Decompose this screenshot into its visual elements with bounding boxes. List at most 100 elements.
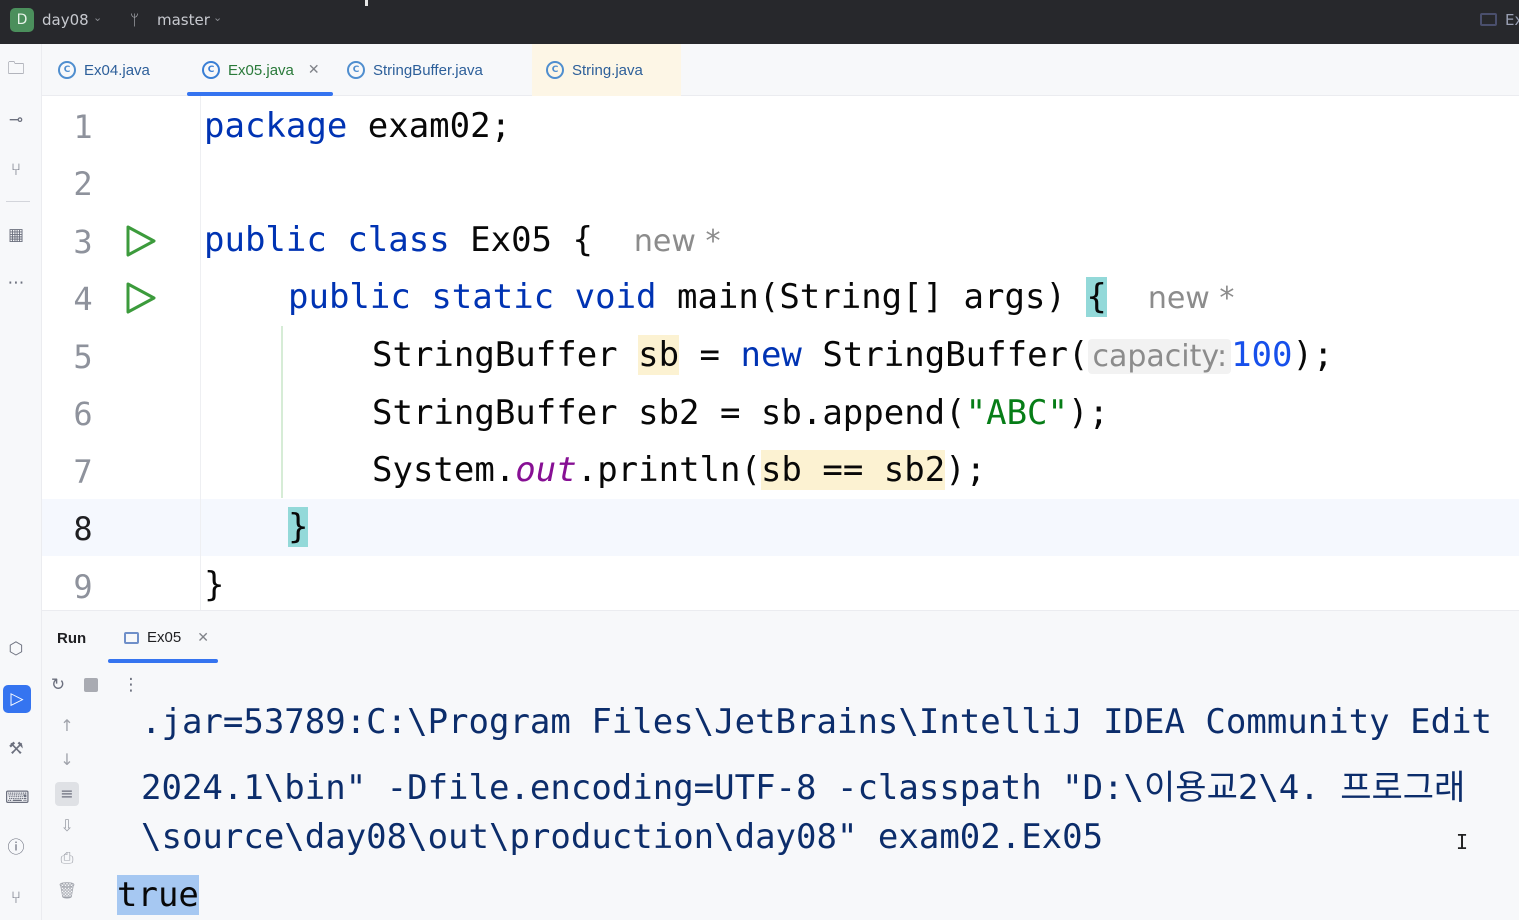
run-toolbar: ↻ ⋮ (42, 666, 1519, 704)
text-caret (365, 0, 368, 6)
tab-label: Ex05.java (228, 61, 294, 79)
project-chevron-down-icon[interactable]: ⌄ (93, 11, 102, 24)
line-number: 9 (73, 568, 93, 606)
code-text: StringBuffer( (801, 335, 1089, 375)
keyword: package (204, 106, 348, 146)
console-line: .jar=53789:C:\Program Files\JetBrains\In… (141, 706, 1493, 742)
line-number: 7 (73, 453, 93, 491)
code-text: ); (945, 450, 987, 490)
code-line-6: StringBuffer sb2 = sb.append("ABC"); (372, 393, 1109, 433)
tab-string-java[interactable]: C String.java (532, 44, 681, 96)
services-icon[interactable]: ⬡ (5, 638, 27, 660)
stripe-divider (6, 201, 30, 202)
gutter-divider (200, 96, 201, 610)
number-literal: 100 (1231, 335, 1293, 375)
scroll-down-icon[interactable]: ↓ (55, 748, 79, 772)
line-number: 1 (73, 108, 93, 146)
tab-ex05-java[interactable]: C Ex05.java ✕ (202, 44, 320, 96)
class-icon: C (202, 61, 220, 79)
code-text: StringBuffer (372, 335, 639, 375)
console-line: \source\day08\out\production\day08" exam… (141, 817, 1104, 857)
code-line-8: } (288, 507, 309, 547)
line-number-current: 8 (73, 510, 93, 548)
tab-ex04-java[interactable]: C Ex04.java (58, 44, 150, 96)
branch-name[interactable]: master (157, 11, 210, 29)
highlighted-variable: sb (638, 335, 680, 375)
more-options-icon[interactable]: ⋮ (120, 674, 142, 696)
usage-hint[interactable]: new * (1148, 281, 1235, 316)
usage-hint[interactable]: new * (634, 224, 721, 259)
project-badge[interactable]: D (10, 8, 34, 32)
mouse-ibeam-cursor: I (1456, 830, 1469, 854)
clear-console-icon[interactable]: 🗑 (55, 879, 79, 903)
console-side-toolbar: ↑ ↓ ≡ ⇩ ⎙ 🗑 (42, 706, 92, 920)
run-tool-window: Run Ex05 ✕ ↻ ⋮ ↑ ↓ ≡ ⇩ ⎙ 🗑 .jar=53789:C:… (42, 610, 1519, 920)
problems-icon[interactable]: ⓘ (5, 837, 27, 859)
code-text: ); (1067, 393, 1109, 433)
code-editor[interactable]: 1 2 3 4 5 6 7 8 9 package exam02; public… (42, 96, 1519, 610)
soft-wrap-icon[interactable]: ≡ (55, 782, 79, 806)
editor-tab-bar: C Ex04.java C Ex05.java ✕ C StringBuffer… (42, 44, 1519, 96)
run-config-label[interactable]: Ex (1505, 11, 1519, 29)
close-run-tab-icon[interactable]: ✕ (197, 630, 209, 646)
keyword: class (347, 220, 450, 260)
highlighted-expression: sb == sb2 (760, 450, 946, 490)
scroll-up-icon[interactable]: ↑ (55, 714, 79, 738)
code-line-9: } (204, 565, 224, 605)
code-line-1: package exam02; (204, 106, 511, 146)
line-number: 2 (73, 165, 93, 203)
matched-brace: { (1086, 277, 1107, 317)
run-tool-icon[interactable]: ▷ (3, 685, 31, 713)
code-text: ); (1292, 335, 1334, 375)
code-text: Ex05 { (449, 220, 614, 260)
run-tab-ex05[interactable]: Ex05 ✕ (124, 629, 209, 646)
git-icon[interactable]: ⑂ (5, 887, 27, 909)
run-main-icon[interactable] (124, 281, 158, 315)
run-panel-title: Run (57, 630, 87, 647)
line-number: 6 (73, 395, 93, 433)
code-text: .println( (576, 450, 761, 490)
code-line-3: public class Ex05 { new * (204, 220, 720, 260)
line-number: 5 (73, 338, 93, 376)
print-icon[interactable]: ⎙ (55, 846, 79, 870)
class-icon: C (58, 61, 76, 79)
close-tab-icon[interactable]: ✕ (308, 62, 320, 78)
code-text: main(String[] args) (656, 277, 1087, 317)
indent-guide (281, 326, 283, 498)
code-line-4: public static void main(String[] args) {… (288, 277, 1234, 317)
stop-icon[interactable] (84, 678, 98, 692)
class-icon: C (546, 61, 564, 79)
terminal-icon[interactable]: ⌨ (5, 787, 30, 809)
run-class-icon[interactable] (124, 224, 158, 258)
branch-chevron-down-icon[interactable]: ⌄ (213, 11, 222, 24)
code-line-7: System.out.println(sb == sb2); (372, 450, 986, 490)
scroll-to-end-icon[interactable]: ⇩ (55, 814, 79, 838)
tab-label: String.java (572, 61, 643, 79)
console-tab-icon (124, 631, 139, 644)
keyword: void (574, 277, 657, 317)
build-hammer-icon[interactable]: ⚒ (5, 738, 27, 760)
line-number: 4 (73, 280, 93, 318)
pull-requests-icon[interactable]: ⑂ (5, 159, 27, 181)
tab-stringbuffer-java[interactable]: C StringBuffer.java (347, 44, 483, 96)
code-text: exam02; (347, 106, 512, 146)
program-output: true (117, 875, 199, 915)
title-bar: D day08 ⌄ ᛘ master ⌄ Ex (0, 0, 1519, 44)
code-text: = (679, 335, 741, 375)
keyword: public (204, 220, 327, 260)
commit-icon[interactable]: ⊸ (5, 109, 27, 131)
tab-label: StringBuffer.java (373, 61, 483, 79)
code-text: StringBuffer sb2 = sb.append( (372, 393, 966, 433)
structure-icon[interactable]: ▦ (5, 224, 27, 246)
run-config-icon[interactable] (1480, 13, 1497, 26)
class-icon: C (347, 61, 365, 79)
code-line-5: StringBuffer sb = new StringBuffer(capac… (372, 335, 1333, 375)
project-folder-icon[interactable]: 🗀 (5, 58, 27, 80)
more-icon[interactable]: ⋯ (5, 272, 27, 294)
project-name[interactable]: day08 (42, 11, 89, 29)
code-text: } (204, 565, 225, 605)
git-branch-icon[interactable]: ᛘ (130, 11, 139, 29)
console-output[interactable]: .jar=53789:C:\Program Files\JetBrains\In… (92, 706, 1519, 920)
rerun-icon[interactable]: ↻ (47, 674, 69, 696)
active-run-tab-indicator (108, 659, 218, 663)
